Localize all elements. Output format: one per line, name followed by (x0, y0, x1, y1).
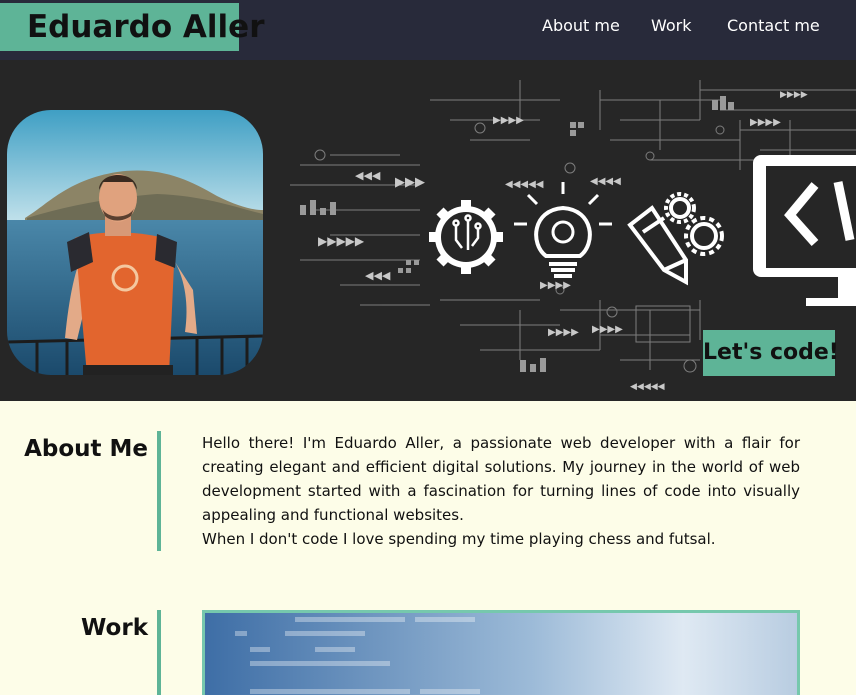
work-heading: Work (81, 615, 148, 641)
svg-text:▶▶▶▶: ▶▶▶▶ (540, 280, 571, 291)
svg-text:▶▶▶▶▶: ▶▶▶▶▶ (318, 234, 365, 248)
pencil-gears-icon (627, 192, 724, 286)
profile-photo (7, 110, 263, 375)
svg-text:▶▶▶▶: ▶▶▶▶ (548, 327, 579, 338)
svg-text:▶▶▶▶: ▶▶▶▶ (493, 115, 524, 126)
about-divider (157, 431, 161, 551)
svg-text:◀◀◀◀: ◀◀◀◀ (590, 176, 621, 187)
lets-code-badge: Let's code! (703, 330, 839, 376)
svg-text:▶▶▶▶: ▶▶▶▶ (592, 324, 623, 335)
about-paragraph-2: When I don't code I love spending my tim… (202, 530, 716, 548)
brand-logo[interactable]: Eduardo Aller (0, 3, 264, 51)
about-me-heading: About Me (24, 436, 148, 462)
site-header: Eduardo Aller About me Work Contact me (0, 0, 856, 60)
svg-text:◀◀◀◀◀: ◀◀◀◀◀ (630, 382, 665, 392)
gear-circuit-icon (429, 200, 503, 274)
about-paragraph-1: Hello there! I'm Eduardo Aller, a passio… (202, 434, 800, 524)
work-project-preview[interactable] (202, 610, 800, 695)
nav-work[interactable]: Work (651, 16, 692, 35)
svg-text:◀◀◀: ◀◀◀ (355, 169, 381, 182)
svg-text:▶▶▶▶: ▶▶▶▶ (780, 90, 808, 100)
svg-text:▶▶▶▶: ▶▶▶▶ (750, 117, 781, 128)
work-divider (157, 610, 161, 695)
svg-text:◀◀◀: ◀◀◀ (365, 269, 391, 282)
about-me-text: Hello there! I'm Eduardo Aller, a passio… (202, 431, 800, 551)
svg-text:▶▶▶: ▶▶▶ (395, 175, 425, 190)
nav-about-me[interactable]: About me (542, 16, 620, 35)
svg-text:◀◀◀◀◀: ◀◀◀◀◀ (505, 179, 544, 190)
nav-contact-me[interactable]: Contact me (727, 16, 820, 35)
code-screenshot-image (205, 613, 797, 695)
hero-banner: ▶▶▶ ◀◀◀ ▶▶▶▶▶ ◀◀◀ ▶▶▶▶ ▶▶▶▶ ▶▶▶▶ ◀◀◀◀◀ ◀… (0, 60, 856, 401)
lightbulb-gear-icon (514, 182, 612, 278)
monitor-code-icon (753, 155, 856, 306)
